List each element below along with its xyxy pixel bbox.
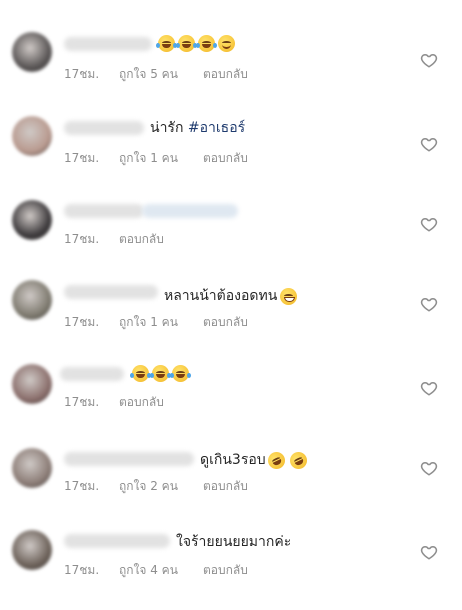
comment-body: น่ารัก [150, 120, 184, 136]
avatar-image [12, 280, 52, 320]
heart-outline-icon[interactable] [420, 459, 438, 477]
comment-text: ดูเกิน3รอบ [200, 448, 310, 472]
timestamp: 17ชม. [64, 67, 100, 81]
comment-item: 17ชม. ถูกใจ 5 คน ตอบกลับ [0, 18, 462, 88]
reply-button[interactable]: ตอบกลับ [203, 67, 248, 81]
comment-meta: 17ชม. ตอบกลับ [64, 395, 164, 409]
emoji-icon [150, 365, 171, 382]
comment-item: หลานน้าต้องอดทน 17ชม. ถูกใจ 1 คน ตอบกลับ [0, 266, 462, 336]
emoji-icon [280, 287, 298, 305]
emoji-icon [176, 35, 197, 52]
comment-meta: 17ชม. ถูกใจ 1 คน ตอบกลับ [64, 315, 248, 329]
avatar-image [12, 116, 52, 156]
avatar-image [12, 448, 52, 488]
username-blurred[interactable] [64, 121, 144, 135]
like-count[interactable]: ถูกใจ 1 คน [119, 151, 203, 165]
comment-meta: 17ชม. ถูกใจ 5 คน ตอบกลับ [64, 67, 248, 81]
comment-body: หลานน้าต้องอดทน [164, 288, 278, 304]
like-count[interactable]: ถูกใจ 1 คน [119, 315, 203, 329]
comment-text [156, 35, 238, 52]
avatar[interactable] [12, 530, 52, 570]
timestamp: 17ชม. [64, 232, 100, 246]
reply-button[interactable]: ตอบกลับ [119, 395, 164, 409]
comment-item: น่ารัก #อาเธอร์ 17ชม. ถูกใจ 1 คน ตอบกลับ [0, 102, 462, 172]
comment-body: ดูเกิน3รอบ [200, 452, 266, 468]
avatar[interactable] [12, 116, 52, 156]
emoji-icon [156, 35, 177, 52]
username-blurred[interactable] [64, 204, 144, 218]
comment-body: ใจร้ายยนยยมากค่ะ [176, 534, 292, 550]
heart-outline-icon[interactable] [420, 215, 438, 233]
like-count[interactable]: ถูกใจ 4 คน [119, 563, 203, 577]
hashtag-link[interactable]: #อาเธอร์ [188, 119, 245, 137]
avatar-image [12, 200, 52, 240]
comment-text [130, 365, 192, 382]
username-blurred[interactable] [64, 534, 170, 548]
comment-meta: 17ชม. ตอบกลับ [64, 232, 164, 246]
heart-outline-icon[interactable] [420, 543, 438, 561]
timestamp: 17ชม. [64, 563, 100, 577]
avatar[interactable] [12, 364, 52, 404]
reply-button[interactable]: ตอบกลับ [203, 315, 248, 329]
comment-text: หลานน้าต้องอดทน [164, 287, 300, 305]
comment-item: 17ชม. ตอบกลับ [0, 350, 462, 420]
timestamp: 17ชม. [64, 395, 100, 409]
avatar[interactable] [12, 448, 52, 488]
username-blurred[interactable] [64, 285, 158, 299]
username-blurred[interactable] [64, 452, 194, 466]
emoji-icon [130, 365, 151, 382]
timestamp: 17ชม. [64, 479, 100, 493]
reply-button[interactable]: ตอบกลับ [203, 479, 248, 493]
avatar[interactable] [12, 32, 52, 72]
avatar-image [12, 32, 52, 72]
comment-item: ใจร้ายยนยยมากค่ะ 17ชม. ถูกใจ 4 คน ตอบกลับ [0, 516, 462, 586]
username-blurred[interactable] [64, 37, 152, 51]
like-count[interactable]: ถูกใจ 2 คน [119, 479, 203, 493]
emoji-icon [218, 35, 235, 52]
heart-outline-icon[interactable] [420, 51, 438, 69]
emoji-icon [196, 35, 217, 52]
avatar[interactable] [12, 280, 52, 320]
comment-text: ใจร้ายยนยยมากค่ะ [176, 533, 291, 551]
emoji-icon [286, 448, 310, 472]
comment-list: 17ชม. ถูกใจ 5 คน ตอบกลับ น่ารัก #อาเธอร์ 1… [0, 0, 462, 610]
comment-item: 17ชม. ตอบกลับ [0, 186, 462, 256]
heart-outline-icon[interactable] [420, 135, 438, 153]
reply-button[interactable]: ตอบกลับ [203, 151, 248, 165]
comment-text: น่ารัก #อาเธอร์ [150, 119, 245, 137]
comment-item: ดูเกิน3รอบ 17ชม. ถูกใจ 2 คน ตอบกลับ [0, 432, 462, 502]
comment-meta: 17ชม. ถูกใจ 4 คน ตอบกลับ [64, 563, 248, 577]
emoji-icon [264, 448, 288, 472]
emoji-icon [170, 365, 191, 382]
avatar[interactable] [12, 200, 52, 240]
heart-outline-icon[interactable] [420, 295, 438, 313]
timestamp: 17ชม. [64, 151, 100, 165]
reply-button[interactable]: ตอบกลับ [119, 232, 164, 246]
username-blurred[interactable] [60, 367, 124, 381]
mention-blurred[interactable] [142, 204, 238, 218]
comment-meta: 17ชม. ถูกใจ 2 คน ตอบกลับ [64, 479, 248, 493]
avatar-image [12, 364, 52, 404]
comment-meta: 17ชม. ถูกใจ 1 คน ตอบกลับ [64, 151, 248, 165]
like-count[interactable]: ถูกใจ 5 คน [119, 67, 203, 81]
heart-outline-icon[interactable] [420, 379, 438, 397]
avatar-image [12, 530, 52, 570]
reply-button[interactable]: ตอบกลับ [203, 563, 248, 577]
timestamp: 17ชม. [64, 315, 100, 329]
